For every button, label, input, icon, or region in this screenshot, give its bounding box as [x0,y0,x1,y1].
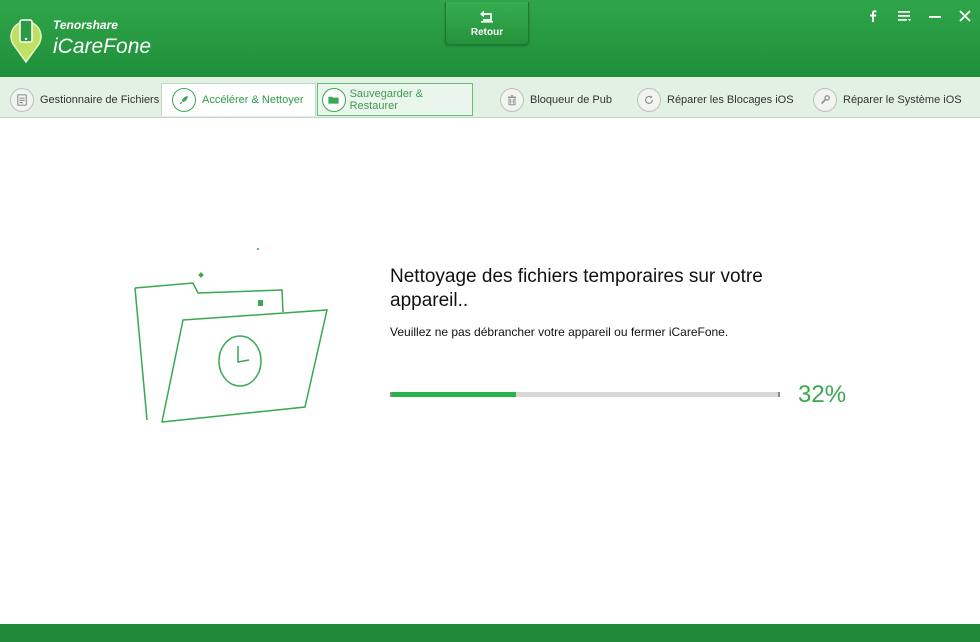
cleaning-warning-text: Veuillez ne pas débrancher votre apparei… [390,325,729,339]
tab-label: Gestionnaire de Fichiers [40,93,160,106]
back-arrow-icon [480,10,493,23]
facebook-icon[interactable] [865,8,881,24]
icarefone-logo-icon [10,19,42,64]
cleaning-status-title: Nettoyage des fichiers temporaires sur v… [390,266,763,311]
rocket-icon [172,88,196,112]
back-button[interactable]: Retour [445,2,529,45]
trash-icon [500,87,524,112]
tab-label: Réparer le Système iOS [843,93,962,106]
back-button-label: Retour [470,27,504,38]
tab-backup-restore[interactable]: Sauvegarder & Restaurer [317,83,473,116]
tab-label: Réparer les Blocages iOS [667,93,794,106]
tab-speed-up-clean[interactable]: Accélérer & Nettoyer [161,83,316,116]
cleaning-progress-bar [390,392,780,397]
refresh-icon [637,87,661,112]
folder-icon [322,87,346,112]
close-icon[interactable] [957,8,973,24]
progress-percent: 32% [798,381,847,408]
footer-bar [0,624,980,642]
brand-company: Tenorshare [53,18,118,32]
tab-ad-blocker[interactable]: Bloqueur de Pub [490,83,620,116]
minimize-icon[interactable] [927,8,943,24]
menu-icon[interactable] [896,8,912,24]
tab-label: Sauvegarder & Restaurer [349,87,423,112]
tab-label: Accélérer & Nettoyer [202,94,304,106]
progress-fill [392,392,516,397]
tab-label: Bloqueur de Pub [530,93,612,106]
wrench-icon [813,87,837,112]
tab-fix-ios-system[interactable]: Réparer le Système iOS [803,83,973,116]
cleaning-folder-clock-illustration [134,248,328,423]
tab-bar: Gestionnaire de Fichiers Accélérer & Net… [0,77,980,118]
tab-file-manager[interactable]: Gestionnaire de Fichiers [0,83,160,116]
file-manager-icon [10,87,34,112]
brand-product: iCareFone [53,35,152,58]
tab-fix-ios-stuck[interactable]: Réparer les Blocages iOS [627,83,797,116]
title-bar: Tenorshare iCareFone Retour [0,0,980,77]
